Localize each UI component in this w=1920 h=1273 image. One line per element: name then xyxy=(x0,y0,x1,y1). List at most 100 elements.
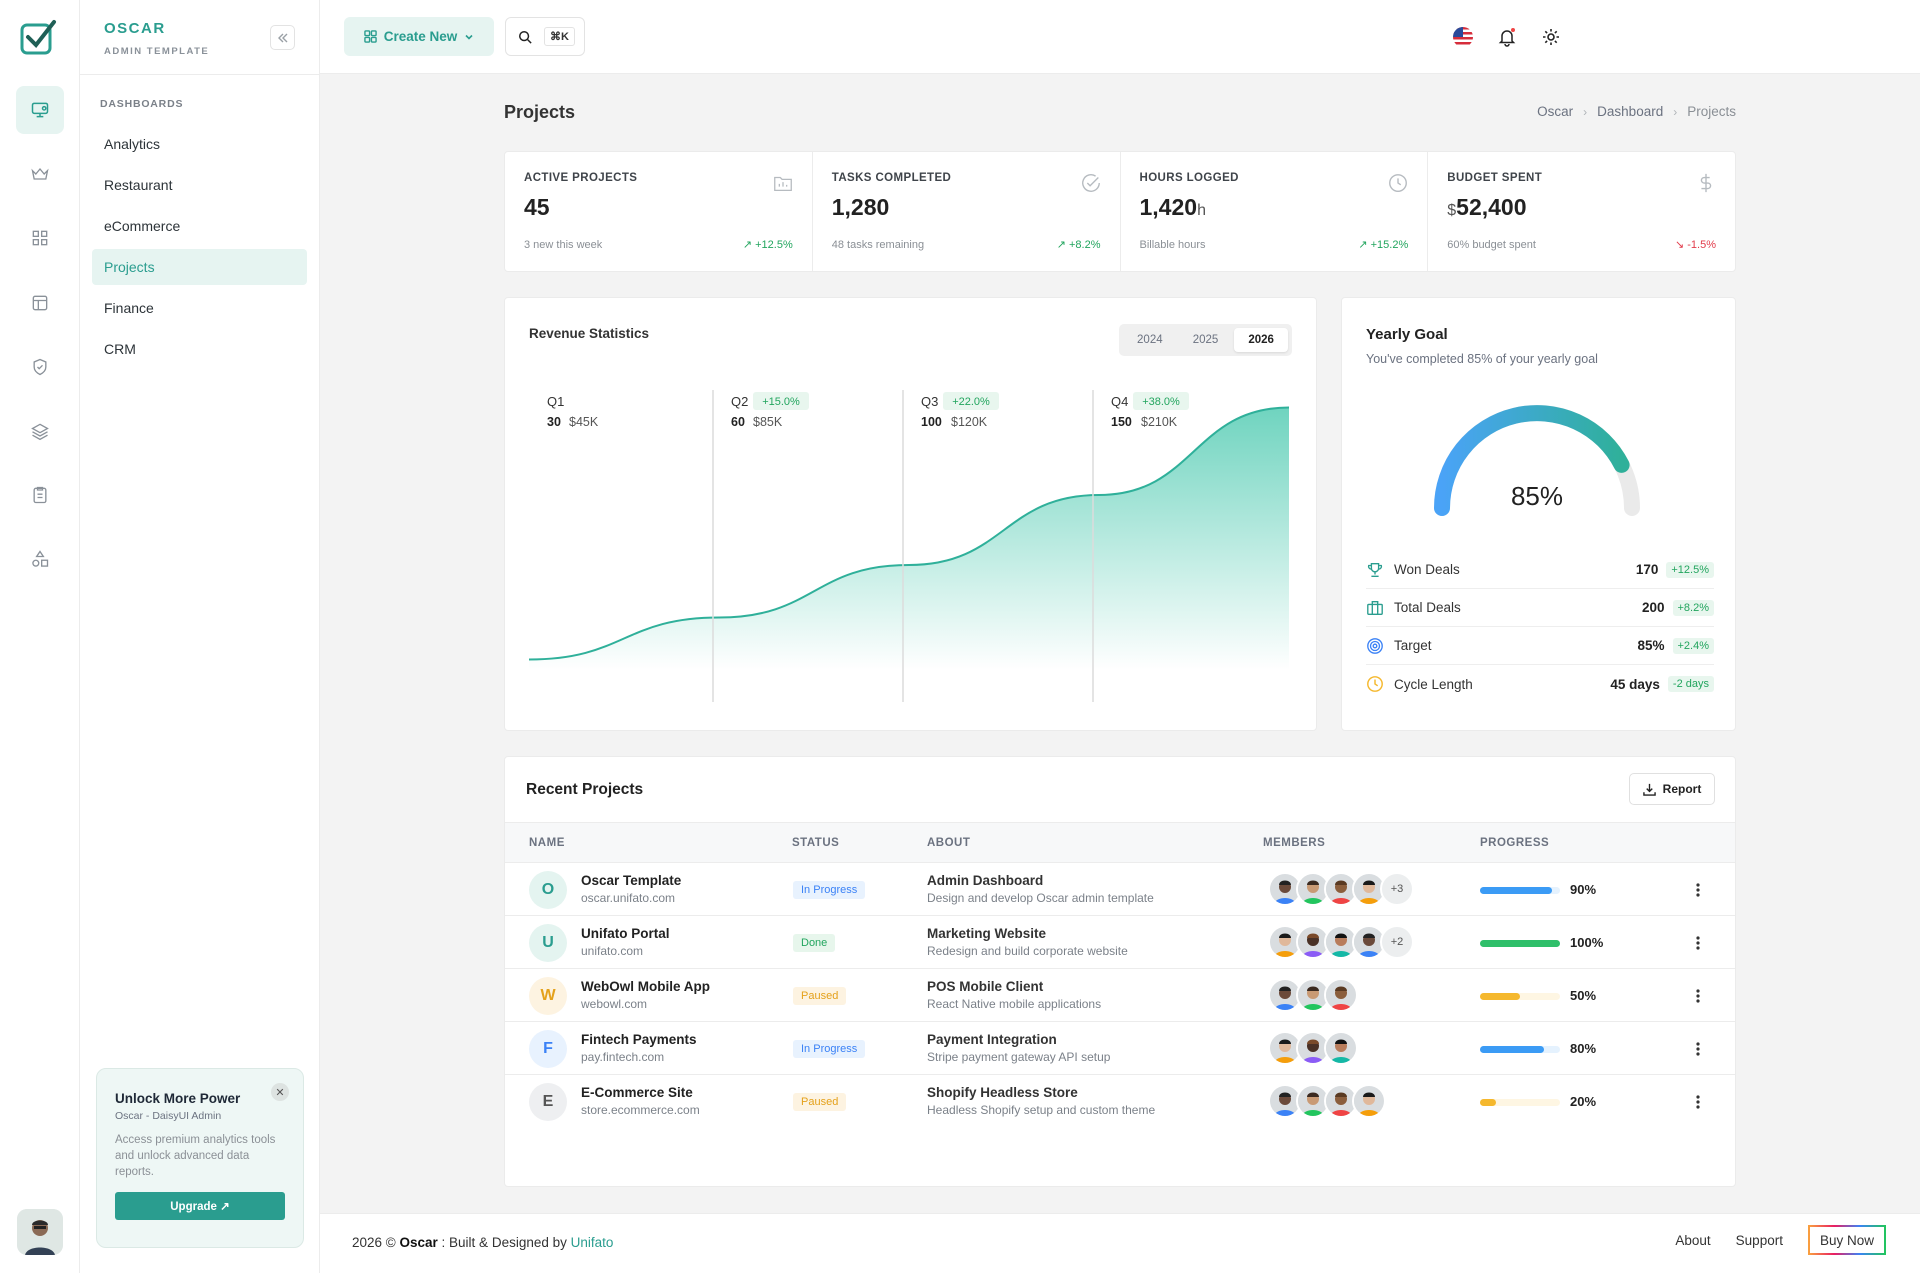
more-vertical-icon[interactable] xyxy=(1688,1038,1708,1060)
goal-metric-label: Cycle Length xyxy=(1394,676,1473,692)
column-header[interactable]: PROGRESS xyxy=(1480,837,1549,849)
sidebar-item-analytics[interactable]: Analytics xyxy=(92,126,307,162)
bell-icon[interactable] xyxy=(1494,24,1520,50)
sidebar-item-crm[interactable]: CRM xyxy=(92,331,307,367)
stat-sub: 3 new this week xyxy=(524,239,603,251)
about-description: Redesign and build corporate website xyxy=(927,944,1128,958)
more-vertical-icon[interactable] xyxy=(1688,1091,1708,1113)
quarter-label-group: Q2 60 $85K +15.0% xyxy=(731,392,809,429)
briefcase-icon xyxy=(1367,600,1383,615)
more-vertical-icon[interactable] xyxy=(1688,985,1708,1007)
close-promo-button[interactable]: ✕ xyxy=(271,1083,289,1101)
shapes-icon[interactable] xyxy=(16,535,64,583)
quarter-change: +22.0% xyxy=(952,396,990,408)
layout-icon[interactable] xyxy=(16,279,64,327)
footer-author-link[interactable]: Unifato xyxy=(571,1235,614,1250)
column-header[interactable]: ABOUT xyxy=(927,837,970,849)
target-icon xyxy=(1367,637,1383,654)
goal-metric-change: +8.2% xyxy=(1672,599,1714,616)
stat-unit: $ xyxy=(1447,202,1457,219)
more-members-badge[interactable]: +2 xyxy=(1380,925,1414,959)
members-group: +2 xyxy=(1268,925,1414,959)
stat-value: $52,400 xyxy=(1447,194,1716,221)
goal-gauge: 85% xyxy=(1427,398,1647,531)
create-new-button[interactable]: Create New xyxy=(344,17,494,56)
download-icon xyxy=(1642,783,1656,796)
stat-value: 45 xyxy=(524,194,793,221)
search-button[interactable]: ⌘K xyxy=(505,17,585,56)
brand-name[interactable]: OSCAR xyxy=(104,20,166,37)
trend-down-icon: ↘ xyxy=(1674,239,1688,251)
crown-icon[interactable] xyxy=(16,150,64,198)
sidebar-item-restaurant[interactable]: Restaurant xyxy=(92,167,307,203)
stat-tasks-completed: TASKS COMPLETED 1,280 48 tasks remaining… xyxy=(813,152,1121,271)
projects-title: Recent Projects xyxy=(526,781,644,798)
gear-icon[interactable] xyxy=(1538,24,1564,50)
project-name[interactable]: E-Commerce Site xyxy=(581,1085,693,1100)
quarter-value: 30 xyxy=(547,415,561,429)
project-name[interactable]: WebOwl Mobile App xyxy=(581,979,710,994)
goal-metric-row: Target 85% +2.4% xyxy=(1366,627,1714,665)
project-name[interactable]: Oscar Template xyxy=(581,873,681,888)
sidebar-item-finance[interactable]: Finance xyxy=(92,290,307,326)
sidebar-item-projects[interactable]: Projects xyxy=(92,249,307,285)
footer-link-support[interactable]: Support xyxy=(1736,1233,1783,1248)
buy-now-button[interactable]: Buy Now xyxy=(1807,1225,1886,1255)
project-name[interactable]: Unifato Portal xyxy=(581,926,670,941)
table-row[interactable]: O Oscar Template oscar.unifato.com In Pr… xyxy=(505,863,1735,916)
topbar: Create New ⌘K xyxy=(320,0,1920,74)
table-row[interactable]: F Fintech Payments pay.fintech.com In Pr… xyxy=(505,1022,1735,1075)
user-avatar[interactable] xyxy=(17,1209,63,1255)
progress-bar xyxy=(1480,1099,1560,1106)
footer-year: 2026 © xyxy=(352,1235,396,1250)
members-group xyxy=(1268,1031,1358,1065)
footer-credit: 2026 © Oscar : Built & Designed by Unifa… xyxy=(352,1235,613,1250)
report-button[interactable]: Report xyxy=(1629,773,1715,805)
goal-metric-row: Total Deals 200 +8.2% xyxy=(1366,589,1714,627)
create-new-label: Create New xyxy=(383,29,458,44)
trend-up-icon: ↗ xyxy=(742,239,756,251)
footer-link-about[interactable]: About xyxy=(1675,1233,1710,1248)
table-row[interactable]: E E-Commerce Site store.ecommerce.com Pa… xyxy=(505,1075,1735,1128)
about-description: Design and develop Oscar admin template xyxy=(927,891,1154,905)
upgrade-button[interactable]: Upgrade ↗ xyxy=(115,1192,285,1220)
quarter-revenue: $120K xyxy=(951,415,988,429)
language-flag-icon[interactable] xyxy=(1450,24,1476,50)
clipboard-icon[interactable] xyxy=(16,471,64,519)
members-group xyxy=(1268,978,1358,1012)
project-avatar: U xyxy=(529,924,567,962)
quarter-label: Q1 xyxy=(547,394,564,409)
member-avatar[interactable] xyxy=(1324,978,1358,1012)
promo-title: Unlock More Power xyxy=(115,1091,241,1106)
breadcrumb-item[interactable]: Dashboard xyxy=(1597,104,1663,119)
brand-tagline: ADMIN TEMPLATE xyxy=(104,46,210,57)
column-header[interactable]: NAME xyxy=(529,837,565,849)
logo-icon[interactable] xyxy=(20,19,58,55)
progress-fill xyxy=(1480,1099,1496,1106)
table-row[interactable]: U Unifato Portal unifato.com Done Market… xyxy=(505,916,1735,969)
more-vertical-icon[interactable] xyxy=(1688,932,1708,954)
more-members-badge[interactable]: +3 xyxy=(1380,872,1414,906)
collapse-sidebar-button[interactable] xyxy=(270,25,295,50)
more-vertical-icon[interactable] xyxy=(1688,879,1708,901)
sidebar-item-ecommerce[interactable]: eCommerce xyxy=(92,208,307,244)
status-badge: In Progress xyxy=(793,1040,866,1058)
footer-brand: Oscar xyxy=(399,1235,438,1250)
about-title: POS Mobile Client xyxy=(927,979,1044,994)
breadcrumb-item[interactable]: Oscar xyxy=(1537,104,1573,119)
layers-icon[interactable] xyxy=(16,407,64,455)
project-name[interactable]: Fintech Payments xyxy=(581,1032,697,1047)
clock-icon xyxy=(1367,676,1383,692)
progress-value: 80% xyxy=(1570,1041,1597,1056)
grid-icon[interactable] xyxy=(16,214,64,262)
shield-check-icon[interactable] xyxy=(16,343,64,391)
column-header[interactable]: MEMBERS xyxy=(1263,837,1325,849)
column-header[interactable]: STATUS xyxy=(792,837,839,849)
monitor-icon[interactable] xyxy=(16,86,64,134)
member-avatar[interactable] xyxy=(1324,1031,1358,1065)
stat-label: ACTIVE PROJECTS xyxy=(524,172,638,184)
member-avatar[interactable] xyxy=(1352,1084,1386,1118)
stat-value: 1,420h xyxy=(1140,194,1409,221)
table-row[interactable]: W WebOwl Mobile App webowl.com Paused PO… xyxy=(505,969,1735,1022)
footer-text: : Built & Designed by xyxy=(441,1235,567,1250)
